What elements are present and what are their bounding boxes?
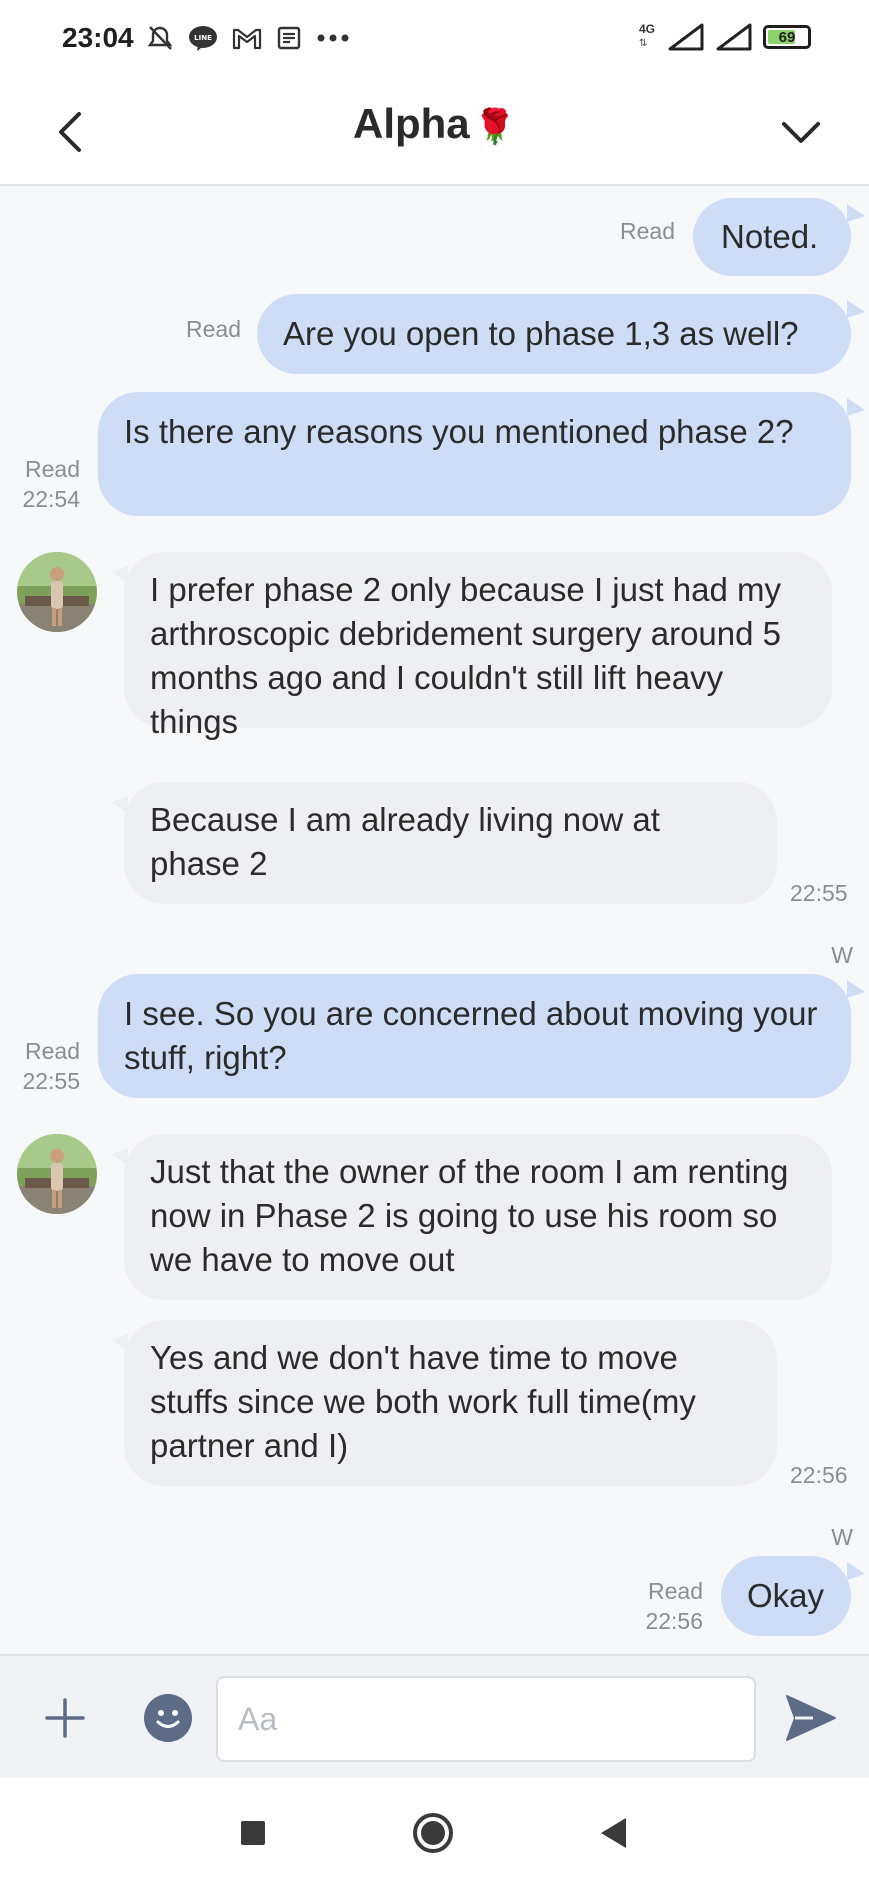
chat-header: Alpha 🌹 xyxy=(0,80,869,186)
signal-icon xyxy=(716,23,752,51)
timestamp: 22:55 xyxy=(790,880,848,906)
battery-icon: 69 xyxy=(763,25,811,49)
contact-name: Alpha xyxy=(352,100,470,147)
plus-icon xyxy=(45,1698,85,1738)
message-bubble-incoming[interactable]: I prefer phase 2 only because I just had… xyxy=(112,552,832,740)
chat-title[interactable]: Alpha 🌹 xyxy=(0,100,869,148)
read-receipt: Read xyxy=(186,316,241,342)
message-bubble-outgoing[interactable]: Noted. xyxy=(693,198,865,276)
sender-marker: W xyxy=(831,1524,853,1550)
message-bubble-outgoing[interactable]: Is there any reasons you mentioned phase… xyxy=(98,392,865,516)
read-receipt: Read xyxy=(648,1578,703,1604)
svg-text:LINE: LINE xyxy=(194,34,212,42)
battery-level: 69 xyxy=(778,28,796,46)
rose-emoji: 🌹 xyxy=(473,108,516,146)
status-bar: 23:04 LINE 4G ⇅ 69 xyxy=(0,0,869,80)
timestamp: 22:55 xyxy=(22,1068,80,1094)
message-text: I prefer phase 2 only because I just had… xyxy=(150,571,782,740)
message-input[interactable] xyxy=(216,1676,756,1762)
send-icon xyxy=(786,1695,836,1741)
message-text: Yes and we don't have time to move stuff… xyxy=(150,1339,696,1464)
message-text: Is there any reasons you mentioned phase… xyxy=(124,413,794,450)
message-bubble-incoming[interactable]: Just that the owner of the room I am ren… xyxy=(112,1134,832,1300)
status-time: 23:04 xyxy=(62,22,134,53)
line-app-icon: LINE xyxy=(189,26,217,51)
message-meta: Read 22:55 xyxy=(14,1036,80,1096)
news-icon xyxy=(277,26,301,50)
circle-icon xyxy=(413,1813,453,1853)
nav-back-button[interactable] xyxy=(588,1808,638,1858)
system-nav-bar xyxy=(0,1778,869,1883)
mute-icon xyxy=(147,26,173,50)
square-icon xyxy=(241,1821,265,1845)
chevron-down-icon xyxy=(782,122,820,143)
message-composer xyxy=(0,1654,869,1778)
message-text: Noted. xyxy=(721,218,819,255)
home-button[interactable] xyxy=(408,1808,458,1858)
message-meta: Read 22:54 xyxy=(14,454,80,514)
more-dots-icon xyxy=(317,34,349,42)
contact-avatar[interactable] xyxy=(17,552,97,632)
gmail-icon xyxy=(232,28,262,50)
send-button[interactable] xyxy=(783,1692,839,1744)
smiley-icon xyxy=(156,1710,180,1728)
message-bubble-incoming[interactable]: Yes and we don't have time to move stuff… xyxy=(112,1320,777,1486)
emoji-button[interactable] xyxy=(144,1694,192,1742)
message-bubble-outgoing[interactable]: I see. So you are concerned about moving… xyxy=(98,974,865,1098)
message-meta: Read 22:56 xyxy=(603,1576,703,1636)
sender-marker: W xyxy=(831,942,853,968)
data-arrows-icon: ⇅ xyxy=(639,38,648,49)
contact-avatar[interactable] xyxy=(17,1134,97,1214)
timestamp: 22:56 xyxy=(645,1608,703,1634)
add-attachment-button[interactable] xyxy=(40,1688,90,1748)
chat-menu-button[interactable] xyxy=(771,102,831,162)
system-status-icons: 4G ⇅ 69 xyxy=(639,22,811,52)
triangle-back-icon xyxy=(601,1818,626,1848)
network-type-label: 4G ⇅ xyxy=(639,22,656,49)
notification-icons: LINE xyxy=(146,24,350,52)
message-bubble-outgoing[interactable]: Are you open to phase 1,3 as well? xyxy=(257,294,865,374)
message-text: I see. So you are concerned about moving… xyxy=(124,995,818,1076)
message-list[interactable]: Read Noted. Read Are you open to phase 1… xyxy=(0,188,869,1654)
message-text: Just that the owner of the room I am ren… xyxy=(150,1153,789,1278)
message-text: Because I am already living now at phase… xyxy=(150,801,660,882)
read-receipt: Read xyxy=(620,218,675,244)
message-bubble-outgoing[interactable]: Okay xyxy=(721,1556,865,1636)
timestamp: 22:54 xyxy=(22,486,80,512)
read-receipt: Read xyxy=(25,456,80,482)
avatar-photo xyxy=(17,552,97,632)
read-receipt: Read xyxy=(25,1038,80,1064)
message-text: Are you open to phase 1,3 as well? xyxy=(283,315,799,352)
timestamp: 22:56 xyxy=(790,1462,848,1488)
signal-icon xyxy=(668,23,704,51)
recents-button[interactable] xyxy=(228,1808,278,1858)
message-text: Okay xyxy=(747,1577,825,1614)
message-bubble-incoming[interactable]: Because I am already living now at phase… xyxy=(112,782,777,904)
avatar-photo xyxy=(17,1134,97,1214)
